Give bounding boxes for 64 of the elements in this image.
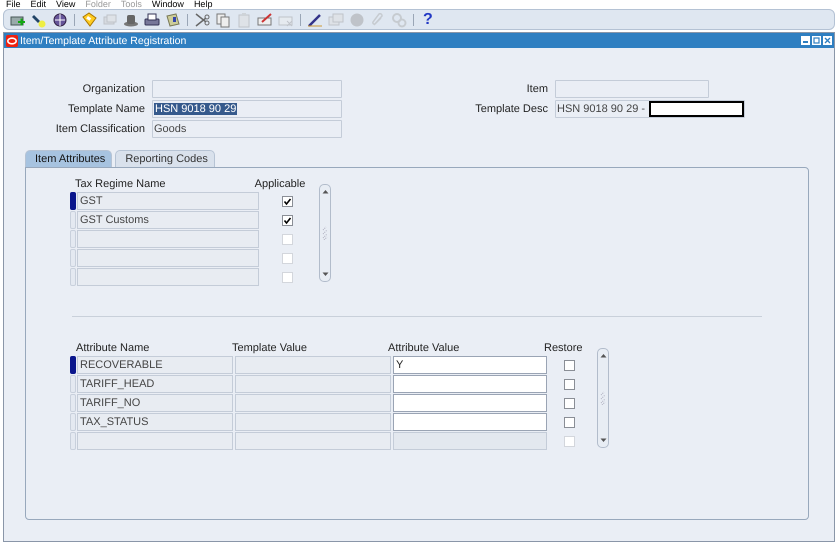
text-field[interactable] <box>555 80 709 98</box>
column-header: Attribute Name <box>75 342 150 355</box>
table-cell: TARIFF_HEAD <box>77 375 233 393</box>
checkbox[interactable] <box>564 360 574 370</box>
column-header: Attribute Value <box>387 342 460 355</box>
menu-item[interactable]: Edit <box>30 0 46 9</box>
input-field[interactable] <box>393 375 547 393</box>
menu-item[interactable]: File <box>6 0 21 9</box>
checkbox[interactable] <box>564 416 574 428</box>
close-icon[interactable] <box>823 36 832 45</box>
row-indicator[interactable] <box>70 356 76 374</box>
copy-icon[interactable] <box>215 12 231 28</box>
printer-icon[interactable] <box>144 12 160 28</box>
scroll-up-icon[interactable] <box>600 353 606 358</box>
menu-item[interactable]: View <box>56 0 76 9</box>
field-label: Item <box>526 83 548 95</box>
help-button[interactable]: ? <box>420 12 436 28</box>
pencil-icon[interactable] <box>307 12 323 28</box>
field-label: Item Classification <box>54 123 145 135</box>
grip-icon <box>600 391 606 405</box>
text-field[interactable] <box>152 80 342 98</box>
checkbox[interactable] <box>282 196 292 206</box>
scrollbar[interactable] <box>319 184 331 282</box>
row-indicator[interactable] <box>70 192 76 210</box>
app-logo-icon <box>6 34 18 46</box>
field-label: Organization <box>82 83 145 95</box>
table-cell[interactable] <box>77 249 259 267</box>
field-label: Template Desc <box>474 103 548 115</box>
table-cell: TAX_STATUS <box>77 413 233 431</box>
input-field[interactable]: Y <box>393 356 547 374</box>
table-cell[interactable] <box>77 268 259 286</box>
text-field[interactable]: Goods <box>152 120 342 138</box>
checkbox[interactable] <box>564 398 574 408</box>
tab[interactable]: Item Attributes <box>25 150 112 167</box>
grip-icon <box>322 226 328 240</box>
scrollbar[interactable] <box>597 348 609 448</box>
checkbox[interactable] <box>282 214 292 226</box>
checkbox[interactable] <box>564 378 574 390</box>
field-label: Template Name <box>66 103 145 115</box>
menu-item[interactable]: Window <box>152 0 184 9</box>
input-field[interactable] <box>393 394 547 412</box>
scroll-down-icon[interactable] <box>322 272 328 277</box>
table-cell[interactable]: GST <box>77 192 259 210</box>
scissors-icon[interactable] <box>194 12 210 28</box>
menu-item[interactable]: Help <box>194 0 212 9</box>
column-header: Template Value <box>231 342 308 355</box>
pen-card-icon[interactable] <box>257 12 273 28</box>
tab[interactable]: Reporting Codes <box>115 150 215 167</box>
text-field[interactable]: HSN 9018 90 29 - <box>555 100 745 118</box>
table-cell[interactable] <box>77 230 259 248</box>
globe-icon[interactable] <box>52 12 68 28</box>
input-field[interactable] <box>393 413 547 431</box>
maximize-icon[interactable] <box>812 36 821 45</box>
column-header: Applicable <box>254 178 306 191</box>
scroll-down-icon[interactable] <box>600 438 606 443</box>
column-header: Restore <box>544 342 584 355</box>
column-header: Tax Regime Name <box>74 178 166 191</box>
table-cell: TARIFF_NO <box>77 394 233 412</box>
table-cell[interactable]: GST Customs <box>77 211 259 229</box>
table-cell: RECOVERABLE <box>77 356 233 374</box>
scroll-up-icon[interactable] <box>322 189 328 194</box>
minimize-icon[interactable] <box>801 36 810 45</box>
window-title: Item/Template Attribute Registration <box>20 34 186 46</box>
text-field[interactable]: HSN 9018 90 29 <box>152 100 342 118</box>
